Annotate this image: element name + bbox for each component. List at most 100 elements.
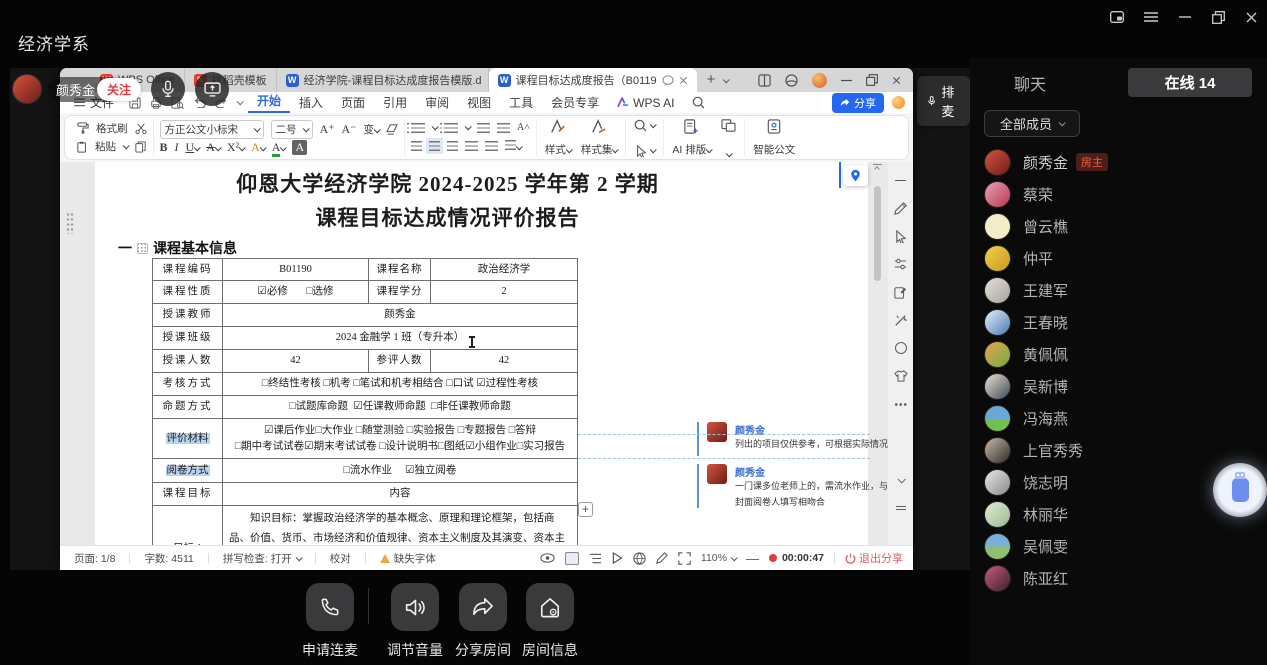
request-mic-button[interactable]: 申请连麦: [300, 583, 360, 660]
decrease-indent-button[interactable]: [477, 123, 490, 133]
member-row[interactable]: 上官秀秀: [984, 436, 1254, 464]
wps-tab-template-doc[interactable]: W 经济学院-课程目标达成度报告模版.d: [277, 68, 489, 92]
style-set-button[interactable]: 样式集: [581, 119, 618, 157]
outline-mode-icon[interactable]: [589, 553, 602, 564]
member-row[interactable]: 林丽华: [984, 500, 1254, 528]
copy-icon[interactable]: [135, 141, 146, 153]
ai-layout-button[interactable]: AI 排版: [672, 119, 711, 157]
menu-tab-reference[interactable]: 引用: [374, 94, 416, 111]
increase-indent-button[interactable]: [497, 123, 510, 133]
layout-split-icon[interactable]: [758, 74, 771, 87]
member-row[interactable]: 吴新博: [984, 372, 1254, 400]
search-icon[interactable]: [683, 96, 714, 109]
notebook-pen-icon[interactable]: [888, 278, 913, 306]
comment-author[interactable]: 颜秀金: [735, 464, 765, 479]
location-pin-button[interactable]: [843, 165, 868, 186]
mini-window-icon[interactable]: [1108, 8, 1126, 26]
usb-float-widget[interactable]: [1213, 463, 1267, 517]
adjust-sliders-icon[interactable]: [888, 250, 913, 278]
account-avatar[interactable]: [812, 73, 827, 88]
course-info-table[interactable]: 课程编码B01190 课程名称政治经济学 课程性质☑必修 □选修 课程学分2 授…: [152, 258, 578, 545]
paragraph-grip-icon[interactable]: [66, 212, 74, 234]
menu-tab-view[interactable]: 视图: [458, 94, 500, 111]
wps-restore-icon[interactable]: [866, 74, 878, 86]
justify-button[interactable]: [465, 141, 478, 151]
comment-nav-down-icon[interactable]: [888, 466, 913, 494]
tab-online-members[interactable]: 在线 14: [1128, 68, 1252, 97]
menu-tab-page[interactable]: 页面: [332, 94, 374, 111]
smart-doc-button[interactable]: 智能公文: [753, 119, 795, 157]
word-count[interactable]: 字数: 4511: [144, 551, 193, 566]
select-cursor-icon[interactable]: [635, 145, 647, 157]
align-right-button[interactable]: [447, 141, 458, 151]
tab-list-chevron-icon[interactable]: [723, 76, 730, 83]
member-row[interactable]: 仲平: [984, 244, 1254, 272]
close-icon[interactable]: [1242, 8, 1260, 26]
play-mode-icon[interactable]: [612, 552, 623, 564]
exit-share-button[interactable]: 退出分享: [845, 550, 903, 566]
insert-row-button[interactable]: +: [578, 502, 593, 517]
member-row[interactable]: 王建军: [984, 276, 1254, 304]
follow-button[interactable]: 关注: [97, 78, 141, 101]
read-mode-icon[interactable]: [540, 553, 555, 563]
menu-icon[interactable]: [1142, 8, 1160, 26]
tab-chat[interactable]: 聊天: [970, 71, 1090, 95]
spellcheck-status[interactable]: 拼写检查: 打开: [223, 551, 301, 566]
menu-tab-home[interactable]: 开始: [248, 92, 290, 113]
help-icon[interactable]: [888, 334, 913, 362]
room-info-button[interactable]: 房间信息: [520, 583, 580, 660]
find-replace-button[interactable]: [634, 119, 655, 157]
magic-tools-icon[interactable]: [888, 306, 913, 334]
member-row[interactable]: 陈亚红: [984, 564, 1254, 592]
restore-icon[interactable]: [1209, 8, 1227, 26]
vip-icon[interactable]: [892, 96, 905, 109]
queue-mic-button[interactable]: 排麦: [917, 76, 970, 126]
web-mode-icon[interactable]: [633, 552, 646, 565]
wps-close-icon[interactable]: [892, 76, 901, 85]
pen-annotate-icon[interactable]: [888, 194, 913, 222]
char-shading-button[interactable]: A: [292, 140, 307, 155]
proofread-button[interactable]: 校对: [330, 551, 351, 566]
styles-button[interactable]: 样式: [545, 119, 571, 157]
distribute-button[interactable]: [485, 141, 498, 151]
text-effects-button[interactable]: 变: [364, 122, 380, 137]
share-screen-button[interactable]: [195, 72, 229, 106]
member-row[interactable]: 冯海燕: [984, 404, 1254, 432]
italic-button[interactable]: I: [175, 140, 179, 155]
align-left-button[interactable]: [411, 141, 422, 151]
new-tab-icon[interactable]: +: [707, 75, 716, 85]
align-center-button[interactable]: [429, 141, 440, 151]
skin-icon[interactable]: [785, 74, 798, 87]
drag-handle-icon[interactable]: [137, 243, 148, 254]
member-row[interactable]: 颜秀金 房主: [984, 148, 1254, 176]
more-icon[interactable]: [888, 390, 913, 418]
char-scale-button[interactable]: A˄: [517, 122, 530, 133]
mic-button[interactable]: [151, 72, 185, 106]
menu-tab-tools[interactable]: 工具: [500, 94, 542, 111]
minimize-icon[interactable]: [1176, 8, 1194, 26]
close-tab-icon[interactable]: [679, 76, 688, 85]
shrink-font-button[interactable]: A⁻: [342, 122, 357, 137]
cut-icon[interactable]: [135, 123, 147, 134]
clear-format-icon[interactable]: [386, 124, 398, 135]
underline-button[interactable]: U: [186, 140, 200, 155]
member-row[interactable]: 曾云樵: [984, 212, 1254, 240]
paste-button[interactable]: 粘贴: [77, 139, 147, 154]
member-row[interactable]: 蔡荣: [984, 180, 1254, 208]
missing-font-warning[interactable]: 缺失字体: [380, 551, 436, 566]
comment-nav-end-icon[interactable]: [888, 494, 913, 522]
share-document-button[interactable]: 分享: [832, 93, 884, 113]
scroll-top-markers[interactable]: [871, 164, 883, 174]
menu-tab-wps-ai[interactable]: WPS AI: [608, 96, 683, 110]
zoom-level[interactable]: 110%: [701, 552, 736, 564]
member-row[interactable]: 吴佩雯: [984, 532, 1254, 560]
highlight-color-button[interactable]: A: [251, 140, 265, 155]
ink-pen-icon[interactable]: [656, 552, 668, 564]
menu-tab-insert[interactable]: 插入: [290, 94, 332, 111]
member-row[interactable]: 王春晓: [984, 308, 1254, 336]
history-chevron-icon[interactable]: [237, 98, 244, 105]
menu-tab-review[interactable]: 审阅: [416, 94, 458, 111]
cursor-select-icon[interactable]: [888, 222, 913, 250]
grow-font-button[interactable]: A⁺: [320, 122, 335, 137]
wps-minimize-icon[interactable]: [841, 75, 852, 86]
